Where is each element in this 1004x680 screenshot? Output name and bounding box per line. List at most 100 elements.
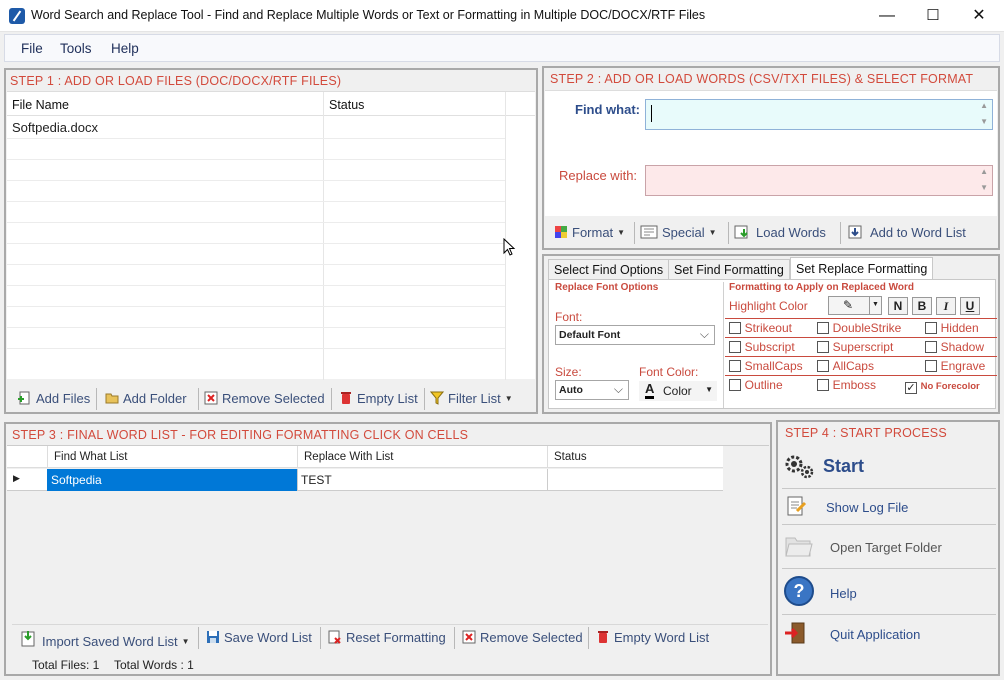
step2-toolbar: Format ▼ Special ▼ Load Words Add to Word … [548,220,996,246]
scroll-up-icon[interactable]: ▲ [980,167,988,176]
scroll-down-icon[interactable]: ▼ [980,183,988,192]
replace-label: Replace with: [559,168,638,183]
empty-word-list-button[interactable]: Empty Word List [596,630,709,645]
hidden-checkbox[interactable]: Hidden [925,320,979,335]
step1-toolbar: Add Files Add Folder Remove Selected Emp… [12,386,532,412]
word-row[interactable]: ▶ Softpedia TEST [7,469,723,491]
checkmark-icon: ✓ [905,382,917,394]
remove-selected-files-button[interactable]: Remove Selected [204,391,325,406]
col-find-what[interactable]: Find What List [54,451,128,463]
step3-title: STEP 3 : FINAL WORD LIST - FOR EDITING F… [12,428,469,442]
tab-set-find-formatting[interactable]: Set Find Formatting [668,259,790,280]
emboss-checkbox[interactable]: Emboss [817,377,876,392]
normal-button[interactable]: N [888,297,908,315]
empty-bin-icon [341,392,351,404]
allcaps-checkbox[interactable]: AllCaps [817,358,874,373]
menu-tools[interactable]: Tools [60,41,92,56]
add-files-button[interactable]: Add Files [18,391,90,406]
subscript-checkbox[interactable]: Subscript [729,339,795,354]
col-file-name[interactable]: File Name [12,98,69,112]
scroll-up-icon[interactable]: ▲ [980,101,988,110]
highlight-color-picker[interactable]: ✎ ▼ [828,296,882,315]
exit-door-icon [785,622,805,644]
add-file-icon [18,391,30,405]
font-color-button[interactable]: A Color ▼ [639,381,717,401]
step1-panel: STEP 1 : ADD OR LOAD FILES (DOC/DOCX/RTF… [4,68,538,414]
mouse-cursor-icon [503,238,516,256]
step1-title: STEP 1 : ADD OR LOAD FILES (DOC/DOCX/RTF… [10,74,342,88]
special-button[interactable]: Special ▼ [640,225,717,240]
close-button[interactable]: ✕ [956,0,1002,31]
add-to-word-list-button[interactable]: Add to Word List [848,225,966,240]
find-cell[interactable]: Softpedia [47,469,297,491]
file-list[interactable]: File Name Status Softpedia.docx [7,91,535,380]
reset-formatting-button[interactable]: Reset Formatting [328,630,446,645]
tab-select-find-options[interactable]: Select Find Options [548,259,670,280]
chevron-down-icon: ▼ [617,228,626,237]
start-button[interactable]: Start [781,448,997,486]
font-label: Font: [555,310,583,324]
format-paint-icon [555,226,567,238]
empty-bin-icon [598,631,608,643]
find-input[interactable]: ▲ ▼ [645,99,993,130]
col-replace-with[interactable]: Replace With List [304,451,393,463]
chevron-down-icon: ▼ [872,301,879,308]
minimize-button[interactable]: — [864,0,910,31]
chevron-down-icon: ▼ [504,394,513,403]
superscript-checkbox[interactable]: Superscript [817,339,893,354]
chevron-down-icon: ▼ [708,228,717,237]
highlighter-icon: ✎ [843,298,854,312]
col-status[interactable]: Status [554,451,587,463]
reset-icon [328,630,341,644]
file-name-cell: Softpedia.docx [12,120,99,135]
empty-list-button[interactable]: Empty List [339,391,418,406]
replace-input[interactable]: ▲ ▼ [645,165,993,196]
quit-application-button[interactable]: Quit Application [781,618,997,648]
tab-set-replace-formatting[interactable]: Set Replace Formatting [790,257,934,280]
open-folder-icon [785,537,813,557]
save-word-list-button[interactable]: Save Word List [206,630,312,645]
size-select[interactable]: Auto ⌵ [555,380,629,400]
replace-cell[interactable]: TEST [301,473,332,487]
window-title: Word Search and Replace Tool - Find and … [31,8,706,22]
maximize-button[interactable]: ☐ [910,0,956,31]
replace-formatting-page: Replace Font Options Font: Default Font … [548,279,997,409]
engrave-checkbox[interactable]: Engrave [925,358,985,373]
word-list-header: Find What List Replace With List Status [7,446,723,468]
outline-checkbox[interactable]: Outline [729,377,783,392]
smallcaps-checkbox[interactable]: SmallCaps [729,358,803,373]
no-forecolor-checkbox[interactable]: ✓ No Forecolor [905,377,980,394]
add-folder-button[interactable]: Add Folder [105,391,187,406]
filter-list-button[interactable]: Filter List ▼ [430,391,513,406]
italic-button[interactable]: I [936,297,956,315]
font-select[interactable]: Default Font ⌵ [555,325,715,345]
underline-button[interactable]: U [960,297,980,315]
format-button[interactable]: Format ▼ [554,225,625,240]
load-words-button[interactable]: Load Words [734,225,826,240]
step2-panel: STEP 2 : ADD OR LOAD WORDS (CSV/TXT FILE… [542,66,1000,250]
font-color-icon: A [645,382,655,399]
menu-help[interactable]: Help [111,41,139,56]
open-target-folder-button[interactable]: Open Target Folder [781,528,997,564]
scroll-down-icon[interactable]: ▼ [980,117,988,126]
file-row[interactable]: Softpedia.docx [7,117,505,138]
remove-icon [462,630,476,644]
bold-button[interactable]: B [912,297,932,315]
shadow-checkbox[interactable]: Shadow [925,339,984,354]
import-word-list-button[interactable]: Import Saved Word List ▼ [20,630,190,649]
col-status[interactable]: Status [329,98,364,112]
step3-toolbar: Import Saved Word List ▼ Save Word List R… [12,624,768,650]
menu-file[interactable]: File [21,41,43,56]
app-icon [9,8,25,24]
show-log-file-button[interactable]: Show Log File [781,492,997,522]
word-list-grid[interactable]: Find What List Replace With List Status … [7,445,769,621]
word-entry-area: Find what: ▲ ▼ Replace with: ▲ ▼ [545,90,997,216]
save-icon [207,631,219,643]
help-icon: ? [784,576,814,606]
help-button[interactable]: ? Help [781,572,997,610]
size-label: Size: [555,365,582,379]
doublestrike-checkbox[interactable]: DoubleStrike [817,320,901,335]
font-color-label: Font Color: [639,365,699,379]
strikeout-checkbox[interactable]: Strikeout [729,320,792,335]
remove-selected-words-button[interactable]: Remove Selected [462,630,583,645]
